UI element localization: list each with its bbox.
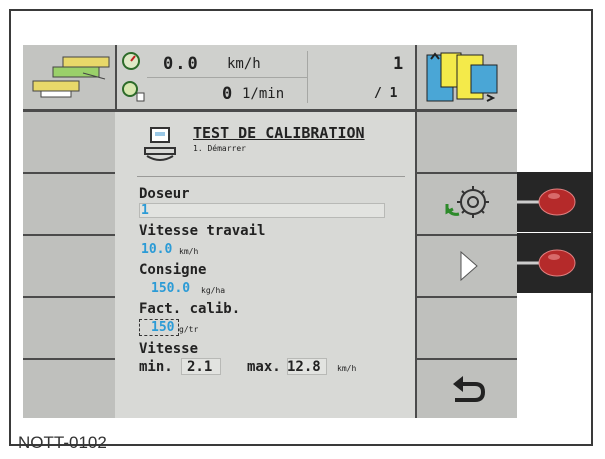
left-softkey-5[interactable] — [23, 360, 115, 418]
back-button[interactable] — [417, 360, 517, 418]
right-softkey-4[interactable] — [417, 298, 517, 358]
min-label: min. — [139, 359, 173, 375]
max-speed-value: 12.8 — [287, 359, 321, 375]
divider — [137, 176, 405, 177]
section-counter-total: / 1 — [374, 86, 398, 101]
left-softkey-4[interactable] — [23, 298, 115, 358]
speed-unit: km/h — [227, 56, 261, 72]
panel-subtitle: 1. Démarrer — [193, 144, 246, 153]
next-arrow-icon — [460, 250, 478, 282]
back-return-icon — [453, 376, 486, 402]
doseur-label: Doseur — [139, 186, 190, 202]
consigne-value[interactable]: 150.0 — [151, 281, 190, 296]
calibration-scale-icon — [144, 127, 176, 161]
section-counter-current: 1 — [393, 54, 404, 74]
rpm-unit: 1/min — [242, 86, 285, 102]
knob-1-icon — [513, 188, 576, 216]
section-control-icon — [426, 52, 498, 102]
section-control-button[interactable] — [417, 45, 517, 109]
hardware-knob-2[interactable] — [507, 233, 593, 293]
machine-config-icon — [32, 56, 110, 98]
divider — [307, 51, 308, 103]
fact-calib-label: Fact. calib. — [139, 301, 241, 317]
speedometer-icon — [122, 52, 140, 70]
min-speed-value: 2.1 — [187, 359, 213, 375]
right-softkey-1[interactable] — [417, 112, 517, 172]
rpm-value: 0 — [222, 84, 233, 104]
doseur-field[interactable] — [139, 203, 385, 218]
speed-value: 0.0 — [163, 54, 200, 74]
vitesse-label: Vitesse — [139, 341, 199, 357]
figure-caption: NOTT-0102 — [18, 433, 107, 452]
consigne-unit: kg/ha — [201, 286, 226, 295]
panel-title: TEST DE CALIBRATION — [193, 124, 365, 142]
consigne-label: Consigne — [139, 262, 207, 278]
rotate-metering-button[interactable] — [417, 174, 517, 234]
rotate-metering-icon — [445, 186, 489, 218]
hardware-knob-1[interactable] — [507, 172, 593, 232]
status-readout-bar: 0.0 km/h 0 1/min 1 / 1 — [117, 45, 415, 109]
max-speed-unit: km/h — [337, 364, 357, 373]
vitesse-travail-value[interactable]: 10.0 — [141, 242, 172, 257]
fact-calib-value: 150 — [151, 320, 175, 335]
left-softkey-1[interactable] — [23, 112, 115, 172]
left-softkey-2[interactable] — [23, 174, 115, 234]
doseur-value: 1 — [141, 203, 149, 218]
terminal-screen: 0.0 km/h 0 1/min 1 / 1 TEST DE CALIBRATI… — [23, 45, 517, 418]
calibration-panel: TEST DE CALIBRATION 1. Démarrer Doseur 1… — [115, 112, 415, 418]
knob-2-icon — [513, 249, 576, 277]
divider — [147, 77, 307, 78]
max-label: max. — [247, 359, 281, 375]
fact-calib-unit: g/tr — [179, 325, 199, 334]
machine-config-button[interactable] — [23, 45, 115, 109]
vitesse-travail-label: Vitesse travail — [139, 223, 266, 239]
next-button[interactable] — [417, 236, 517, 296]
left-softkey-3[interactable] — [23, 236, 115, 296]
vitesse-travail-unit: km/h — [179, 247, 199, 256]
rotation-sensor-icon — [122, 81, 145, 102]
